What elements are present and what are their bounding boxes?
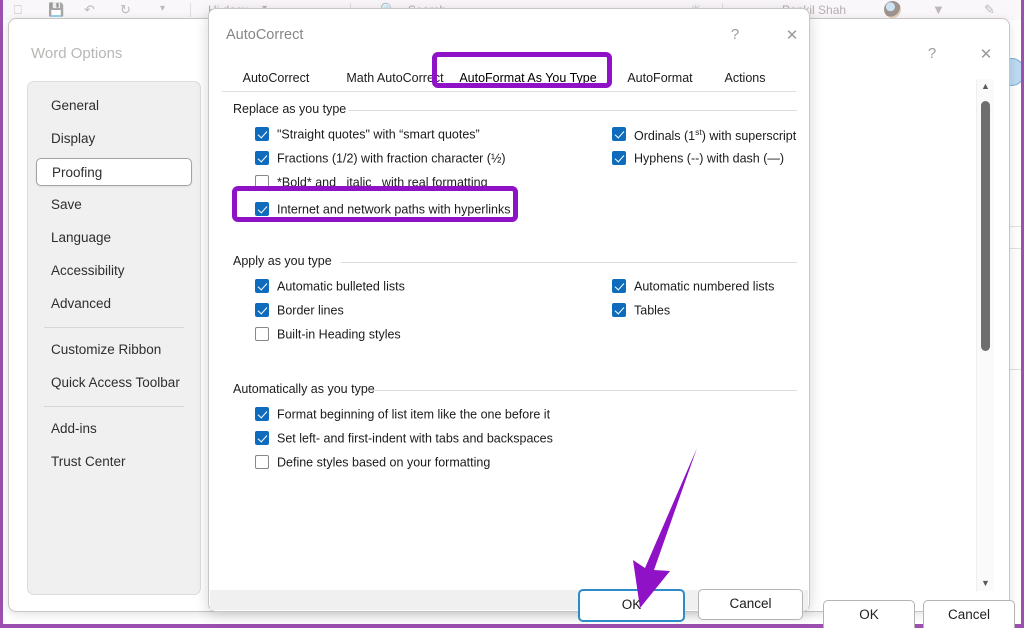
tab-actions[interactable]: Actions (710, 65, 780, 91)
checkbox-bold-italic[interactable]: *Bold* and _italic_ with real formatting (255, 175, 488, 195)
sidebar-item-add-ins[interactable]: Add-ins (36, 415, 192, 443)
checkbox-icon[interactable] (255, 279, 269, 293)
undo-icon[interactable]: ↶ (84, 2, 95, 18)
checkbox-set-left-and-first-indent[interactable]: Set left- and first-indent with tabs and… (255, 431, 553, 451)
checkbox-icon[interactable] (612, 127, 626, 142)
screen-root: ⎕ 💾 ↶ ↻ ▾ Hi.docx ▾ 🔍 Search ☀ Pankil Sh… (0, 0, 1024, 628)
scrollbar-thumb[interactable] (981, 101, 990, 351)
autocorrect-ok-button[interactable]: OK (578, 589, 685, 622)
group-label-apply-as-you-type: Apply as you type (233, 254, 338, 268)
checkbox-icon[interactable] (255, 327, 269, 341)
sidebar-item-save[interactable]: Save (36, 191, 192, 219)
checkbox-tables[interactable]: Tables (612, 303, 670, 323)
close-icon[interactable]: ✕ (781, 26, 803, 44)
sidebar-item-general[interactable]: General (36, 92, 192, 120)
window-edge-left (0, 0, 3, 628)
avatar[interactable] (884, 1, 901, 18)
tab-autocorrect[interactable]: AutoCorrect (224, 65, 328, 91)
checkbox-icon[interactable] (612, 279, 626, 293)
checkbox-icon[interactable] (255, 202, 269, 216)
divider (44, 406, 184, 407)
checkbox-icon[interactable] (255, 127, 269, 141)
word-options-ok-button[interactable]: OK (823, 600, 915, 628)
tab-math-autocorrect[interactable]: Math AutoCorrect (330, 65, 460, 91)
sidebar-item-advanced[interactable]: Advanced (36, 290, 192, 318)
checkbox-fractions[interactable]: Fractions (1/2) with fraction character … (255, 151, 506, 171)
chevron-down-icon[interactable]: ▾ (160, 3, 165, 14)
tab-autoformat-as-you-type[interactable]: AutoFormat As You Type (442, 65, 614, 91)
superscript-st: st (695, 127, 702, 137)
help-icon[interactable]: ? (724, 26, 746, 43)
close-icon[interactable]: ✕ (975, 45, 997, 63)
checkbox-label: *Bold* and _italic_ with real formatting (277, 175, 488, 190)
checkbox-label: Define styles based on your formatting (277, 455, 491, 470)
divider (190, 3, 191, 17)
help-icon[interactable]: ? (921, 45, 943, 62)
group-rule (369, 390, 797, 391)
autosave-toggle-icon[interactable]: ⎕ (14, 2, 22, 18)
autocorrect-body: Replace as you type "Straight quotes" wi… (209, 91, 809, 589)
word-options-cancel-button[interactable]: Cancel (923, 600, 1015, 628)
checkbox-icon[interactable] (255, 175, 269, 189)
checkbox-label: Hyphens (--) with dash (—) (634, 151, 785, 166)
checkbox-builtin-heading-styles[interactable]: Built-in Heading styles (255, 327, 401, 347)
group-rule (349, 110, 797, 111)
divider (44, 327, 184, 328)
checkbox-icon[interactable] (255, 455, 269, 469)
checkbox-hyphens[interactable]: Hyphens (--) with dash (—) (612, 151, 784, 171)
checkbox-automatic-bulleted-lists[interactable]: Automatic bulleted lists (255, 279, 405, 299)
checkbox-label: Automatic numbered lists (634, 279, 775, 294)
autocorrect-cancel-button[interactable]: Cancel (698, 589, 803, 620)
checkbox-label: Fractions (1/2) with fraction character … (277, 151, 506, 166)
checkbox-straight-quotes[interactable]: "Straight quotes" with “smart quotes” (255, 127, 480, 147)
checkbox-icon[interactable] (255, 431, 269, 445)
editing-icon[interactable]: ✎ (984, 2, 995, 18)
group-label-automatically-as-you-type: Automatically as you type (233, 382, 381, 396)
checkbox-icon[interactable] (255, 407, 269, 421)
sidebar-item-accessibility[interactable]: Accessibility (36, 257, 192, 285)
checkbox-label: Set left- and first-indent with tabs and… (277, 431, 553, 446)
redo-icon[interactable]: ↻ (120, 2, 131, 18)
sidebar-item-proofing[interactable]: Proofing (36, 158, 192, 186)
checkbox-internet-paths[interactable]: Internet and network paths with hyperlin… (255, 202, 510, 222)
sidebar-item-display[interactable]: Display (36, 125, 192, 153)
checkbox-format-beginning-of-list-item[interactable]: Format beginning of list item like the o… (255, 407, 550, 427)
scroll-up-arrow-icon[interactable]: ▲ (977, 79, 994, 94)
checkbox-ordinals[interactable]: Ordinals (1st) with superscript (612, 127, 796, 147)
sidebar-item-language[interactable]: Language (36, 224, 192, 252)
autocorrect-tabstrip: AutoCorrect Math AutoCorrect AutoFormat … (210, 65, 808, 91)
group-label-replace-as-you-type: Replace as you type (233, 102, 353, 116)
word-options-scrollbar[interactable]: ▲ ▼ (976, 79, 994, 591)
checkbox-label: Built-in Heading styles (277, 327, 401, 342)
checkbox-label: Internet and network paths with hyperlin… (277, 202, 511, 217)
checkbox-automatic-numbered-lists[interactable]: Automatic numbered lists (612, 279, 774, 299)
checkbox-icon[interactable] (612, 151, 626, 165)
scroll-down-arrow-icon[interactable]: ▼ (977, 576, 994, 591)
checkbox-label: Ordinals (1st) with superscript (634, 127, 797, 144)
autocorrect-dialog: AutoCorrect ? ✕ AutoCorrect Math AutoCor… (208, 8, 810, 612)
checkbox-label: Tables (634, 303, 671, 318)
tab-autoformat[interactable]: AutoFormat (614, 65, 706, 91)
checkbox-icon[interactable] (255, 303, 269, 317)
save-icon[interactable]: 💾 (48, 2, 64, 18)
checkbox-label: Format beginning of list item like the o… (277, 407, 551, 422)
autocorrect-title: AutoCorrect (226, 27, 304, 43)
checkbox-define-styles[interactable]: Define styles based on your formatting (255, 455, 490, 475)
word-options-nav: General Display Proofing Save Language A… (27, 81, 201, 595)
checkbox-border-lines[interactable]: Border lines (255, 303, 344, 323)
sidebar-item-trust-center[interactable]: Trust Center (36, 448, 192, 476)
sidebar-item-customize-ribbon[interactable]: Customize Ribbon (36, 336, 192, 364)
group-rule (341, 262, 797, 263)
checkbox-icon[interactable] (255, 151, 269, 165)
sidebar-item-quick-access-toolbar[interactable]: Quick Access Toolbar (36, 369, 192, 397)
share-icon[interactable]: ▼ (932, 2, 945, 17)
checkbox-icon[interactable] (612, 303, 626, 317)
word-options-title: Word Options (31, 45, 123, 62)
checkbox-label: "Straight quotes" with “smart quotes” (277, 127, 480, 142)
checkbox-label: Border lines (277, 303, 344, 318)
checkbox-label: Automatic bulleted lists (277, 279, 405, 294)
